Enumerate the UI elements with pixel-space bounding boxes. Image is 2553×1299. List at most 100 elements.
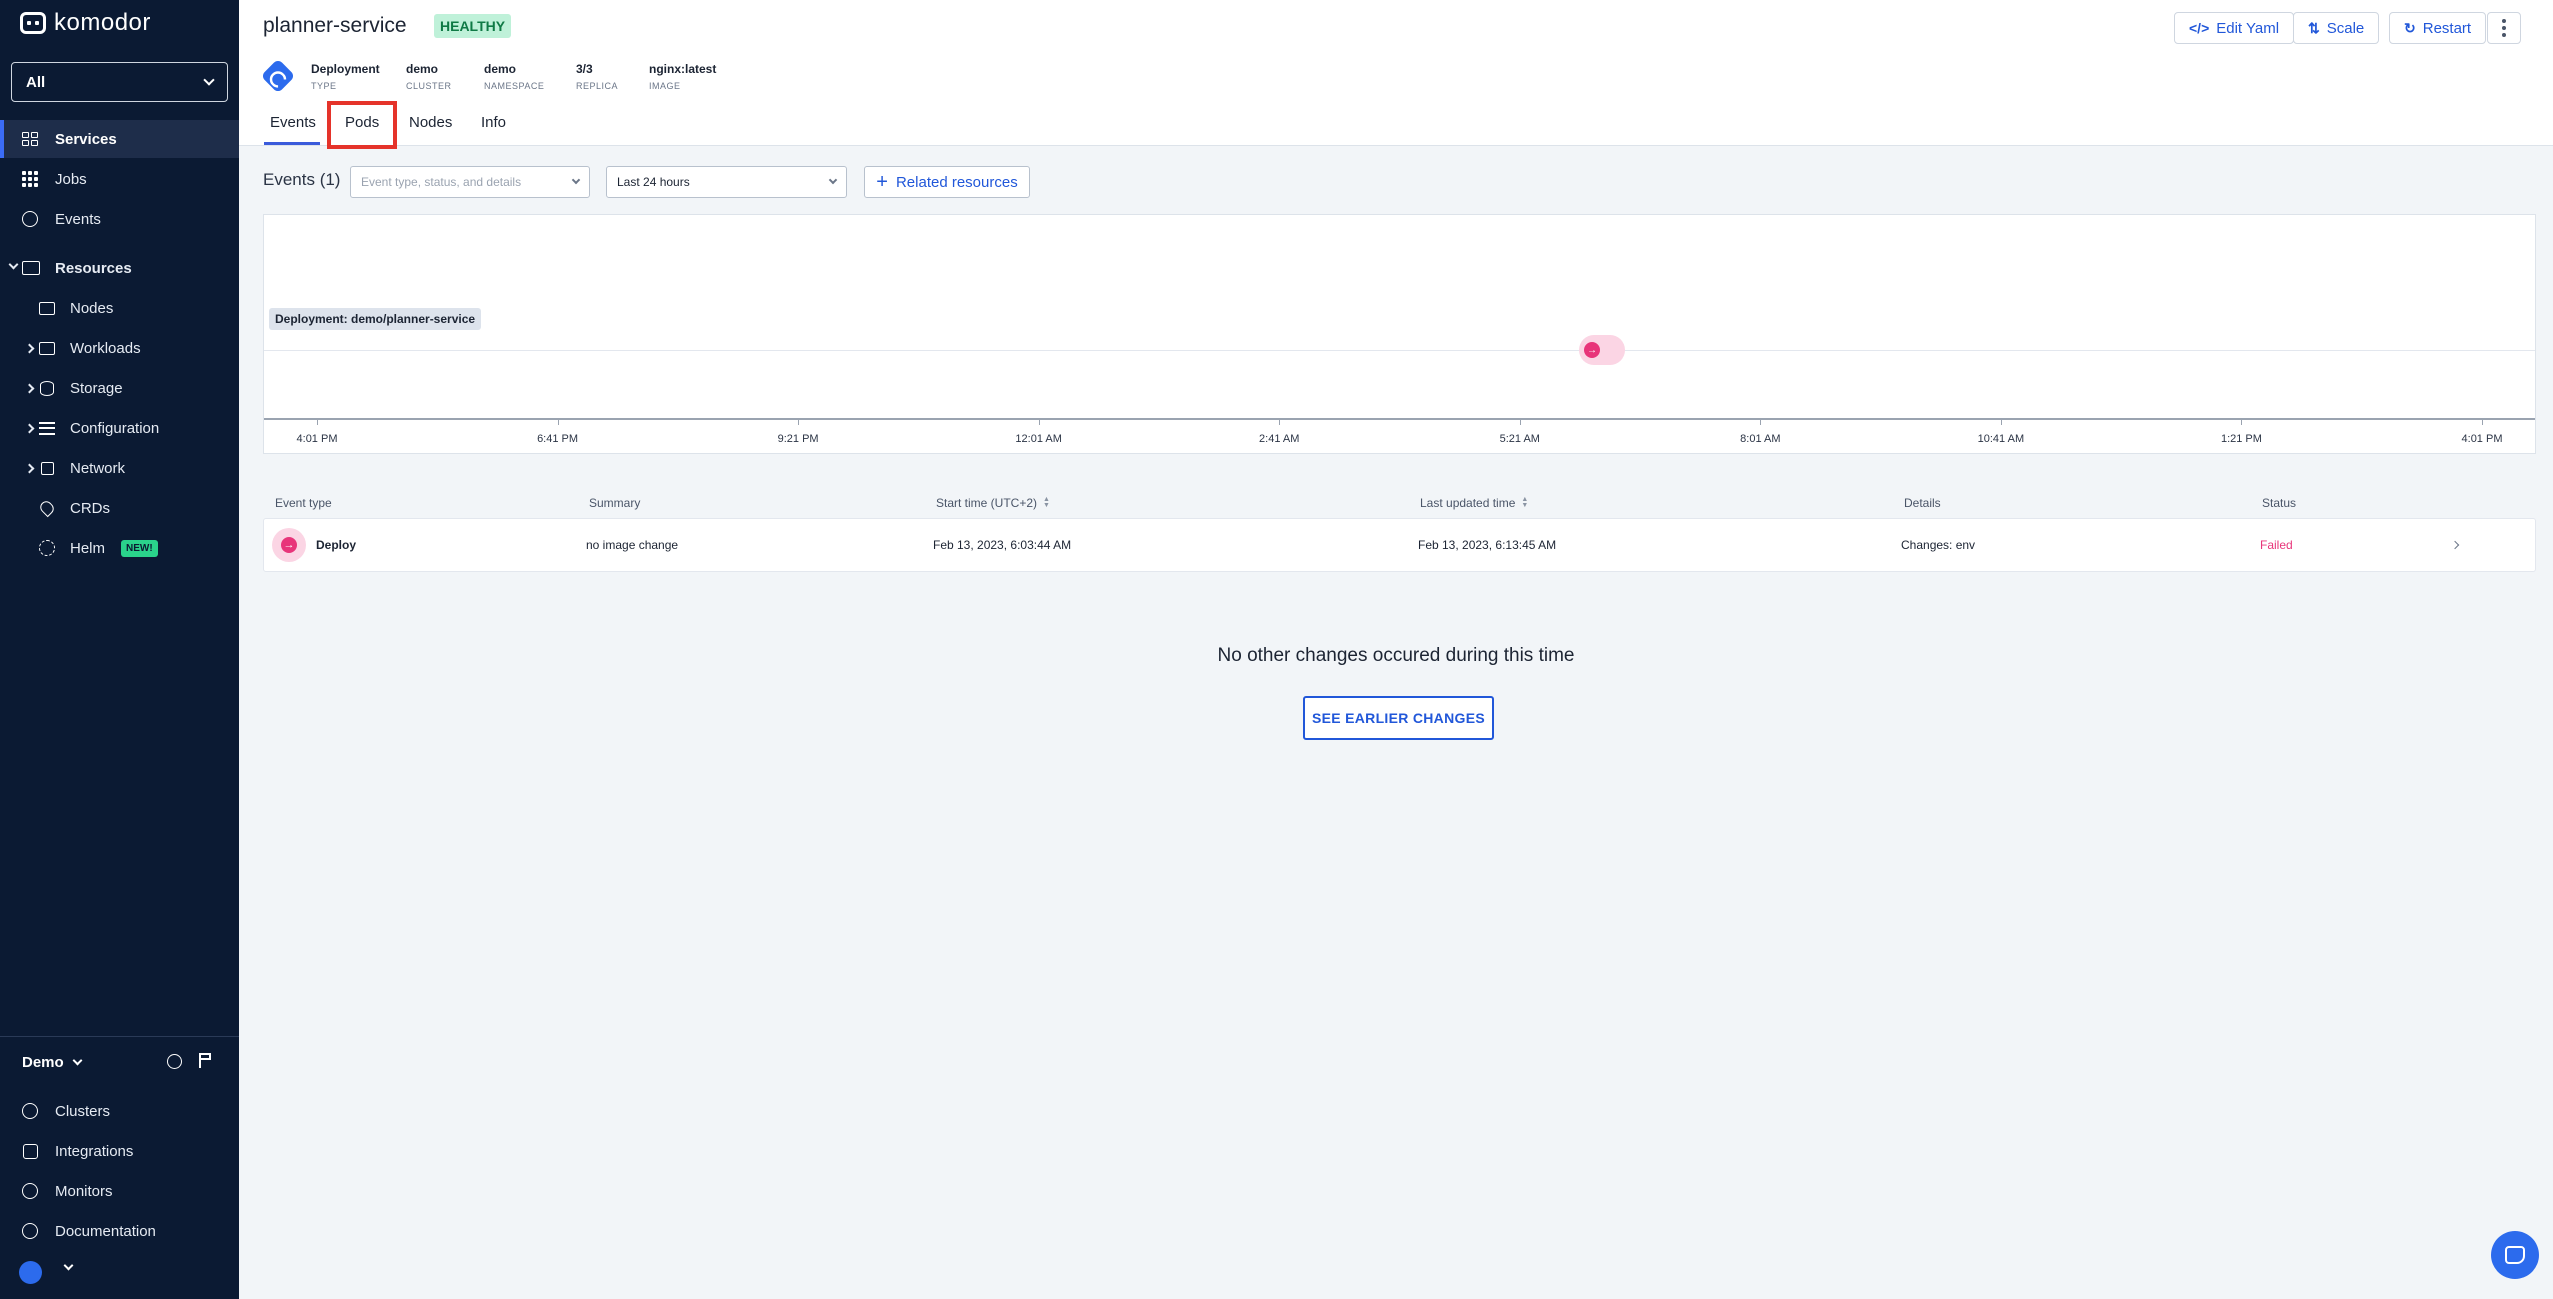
tab-info[interactable]: Info (481, 114, 506, 131)
chevron-down-icon (72, 1055, 83, 1065)
nav-configuration[interactable]: Configuration (0, 409, 239, 447)
timeline-tick (2000, 418, 2002, 425)
cell-event-type: Deploy (316, 538, 357, 552)
see-earlier-changes-button[interactable]: SEE EARLIER CHANGES (1303, 696, 1494, 740)
meta-type-value: Deployment (311, 62, 380, 76)
timeline-tick-label: 9:21 PM (777, 433, 819, 445)
chevron-down-icon (203, 74, 215, 86)
cell-summary: no image change (586, 538, 679, 552)
chevron-right-icon (2450, 540, 2460, 550)
timeline-tick-label: 5:21 AM (1499, 433, 1540, 445)
nav-services-label: Services (55, 130, 117, 148)
event-search-placeholder: Event type, status, and details (361, 175, 522, 189)
meta-replica: 3/3 REPLICA (576, 62, 618, 91)
nav-nodes[interactable]: Nodes (0, 289, 239, 327)
nav-clusters[interactable]: Clusters (0, 1092, 239, 1130)
nav-monitors[interactable]: Monitors (0, 1172, 239, 1210)
timeline-tick-label: 2:41 AM (1259, 433, 1300, 445)
nav-monitors-label: Monitors (55, 1182, 113, 1200)
timeline-tick-label: 10:41 AM (1977, 433, 2025, 445)
nav-resources[interactable]: Resources (0, 249, 239, 287)
chevron-right-icon (24, 463, 35, 474)
table-row[interactable]: Deploy no image change Feb 13, 2023, 6:0… (263, 518, 2536, 572)
timeline-tick-label: 4:01 PM (296, 433, 338, 445)
nav-network-label: Network (70, 459, 126, 477)
nav-storage[interactable]: Storage (0, 369, 239, 407)
nav-clusters-label: Clusters (55, 1102, 111, 1120)
timeline-tick (1038, 418, 1040, 425)
deploy-icon: → (1583, 342, 1600, 358)
dots-icon (21, 171, 39, 187)
nav-integrations-label: Integrations (55, 1142, 134, 1160)
chevron-right-icon (24, 423, 35, 434)
nav-workloads-label: Workloads (70, 339, 141, 357)
tab-events[interactable]: Events (270, 114, 316, 131)
sort-icon: ▲ ▼ (1521, 496, 1529, 509)
edit-yaml-button[interactable]: </> Edit Yaml (2174, 12, 2295, 44)
time-range-select[interactable]: Last 24 hours (606, 166, 847, 198)
related-resources-button[interactable]: + Related resources (864, 166, 1030, 198)
account-switcher[interactable]: Demo (22, 1050, 222, 1074)
col-details: Details (1904, 496, 1941, 510)
nav-crds[interactable]: CRDs (0, 489, 239, 527)
deploy-icon (272, 528, 306, 562)
timeline-tick-label: 6:41 PM (537, 433, 579, 445)
folder-icon (22, 260, 40, 276)
helm-icon (38, 540, 56, 556)
nav-resources-label: Resources (55, 259, 132, 277)
timeline-tick (1279, 418, 1281, 425)
workspace-select-value: All (26, 73, 46, 91)
cell-status: Failed (2260, 538, 2293, 552)
col-start-time[interactable]: Start time (UTC+2) ▲ ▼ (936, 496, 1050, 510)
puzzle-icon (21, 1143, 39, 1159)
meta-image-value: nginx:latest (649, 62, 717, 76)
komodor-logo[interactable]: komodor (20, 9, 151, 36)
tab-nodes[interactable]: Nodes (409, 114, 452, 131)
chevron-right-icon (24, 343, 35, 354)
flag-icon[interactable] (199, 1053, 212, 1068)
restart-button[interactable]: ↻ Restart (2389, 12, 2487, 44)
nav-events-label: Events (55, 210, 101, 228)
nav-documentation[interactable]: Documentation (0, 1212, 239, 1250)
chevron-down-icon[interactable] (63, 1260, 74, 1271)
nav-network[interactable]: Network (0, 449, 239, 487)
help-icon (21, 1223, 39, 1239)
events-count: Events (1) (263, 170, 341, 189)
scale-button[interactable]: ⇅ Scale (2293, 12, 2380, 44)
nav-workloads[interactable]: Workloads (0, 329, 239, 367)
nav-helm-label: Helm (70, 539, 106, 557)
refresh-icon: ↻ (2404, 19, 2416, 36)
timeline-event-marker[interactable]: → (1578, 335, 1625, 365)
scale-label: Scale (2326, 19, 2365, 37)
chevron-right-icon (24, 383, 35, 394)
col-status: Status (2262, 496, 2297, 510)
nav-events[interactable]: Events (0, 200, 239, 238)
timeline-tick (2482, 418, 2483, 425)
chat-launcher[interactable] (2491, 1231, 2539, 1279)
nav-helm[interactable]: Helm NEW! (0, 529, 239, 567)
nav-jobs[interactable]: Jobs (0, 160, 239, 198)
workspace-select[interactable]: All (11, 62, 228, 102)
avatar[interactable] (19, 1261, 42, 1284)
workloads-icon (38, 340, 56, 356)
events-timeline: Deployment: demo/planner-service 4:01 PM… (263, 214, 2536, 454)
col-start-time-label: Start time (UTC+2) (936, 496, 1038, 510)
pods-tab-highlight (327, 101, 397, 149)
nav-services[interactable]: Services (0, 120, 239, 158)
timeline-tick-label: 8:01 AM (1740, 433, 1781, 445)
more-options-icon[interactable] (2487, 12, 2521, 44)
nav-integrations[interactable]: Integrations (0, 1132, 239, 1170)
timeline-tick (798, 418, 800, 425)
col-summary: Summary (589, 496, 641, 510)
timeline-tick (2241, 418, 2243, 425)
service-header: planner-service HEALTHY Deployment TYPE … (239, 0, 2553, 146)
logo-text: komodor (54, 9, 151, 36)
clock-icon[interactable] (167, 1054, 182, 1069)
event-search-input[interactable]: Event type, status, and details (350, 166, 590, 198)
code-icon: </> (2189, 20, 2210, 36)
deployment-icon (260, 58, 296, 94)
meta-image: nginx:latest IMAGE (649, 62, 716, 91)
meta-type-key: TYPE (311, 81, 337, 91)
col-last-updated[interactable]: Last updated time ▲ ▼ (1420, 496, 1528, 510)
edit-yaml-label: Edit Yaml (2216, 19, 2280, 37)
